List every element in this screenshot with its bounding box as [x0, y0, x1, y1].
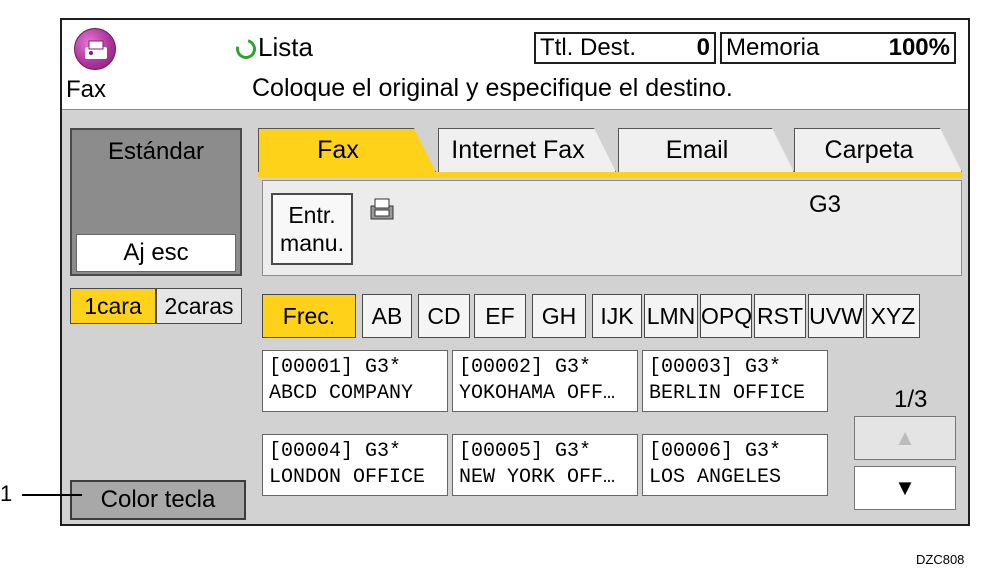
destination-id: [00003] G3* — [649, 356, 782, 379]
index-ijk[interactable]: IJK — [592, 294, 642, 338]
memory-counter: Memoria 100% — [720, 32, 956, 64]
page-indicator: 1/3 — [894, 386, 928, 413]
destination-id: [00005] G3* — [459, 440, 592, 463]
index-gh[interactable]: GH — [532, 294, 586, 338]
line-type-label: G3 — [809, 191, 842, 218]
index-rst[interactable]: RST — [754, 294, 806, 338]
resolution-label: Estándar — [107, 138, 205, 165]
transmission-tabs: Fax Internet Fax Email Carpeta — [258, 124, 962, 178]
index-ef[interactable]: EF — [474, 294, 526, 338]
callout-number: 1 — [0, 481, 13, 506]
figure-code: DZC808 — [916, 552, 965, 567]
destination-button[interactable]: [00005] G3* NEW YORK OFF… — [452, 434, 638, 496]
destination-name: YOKOHAMA OFF… — [459, 382, 616, 405]
total-destinations-value: 0 — [696, 34, 710, 61]
fax-screen: Fax Lista Coloque el original y especifi… — [60, 18, 970, 526]
fax-app-icon[interactable] — [74, 28, 116, 70]
tab-fax[interactable]: Fax — [258, 128, 436, 172]
index-opq[interactable]: OPQ — [700, 294, 752, 338]
index-uvw[interactable]: UVW — [808, 294, 864, 338]
instruction-message: Coloque el original y especifique el des… — [252, 74, 733, 102]
scan-settings-panel[interactable]: Estándar Aj esc — [70, 128, 242, 276]
tab-internet-fax[interactable]: Internet Fax — [438, 128, 616, 172]
memory-value: 100% — [888, 34, 950, 61]
address-index-tabs: Frec. AB CD EF GH IJK LMN OPQ RST UVW XY… — [262, 294, 962, 338]
manual-entry-button[interactable]: Entr. manu. — [271, 193, 353, 265]
destination-name: LONDON OFFICE — [269, 466, 426, 489]
page-down-button[interactable]: ▼ — [854, 466, 956, 510]
fax-machine-icon — [85, 40, 107, 59]
callout-line — [22, 494, 82, 496]
fax-app-label: Fax — [66, 76, 107, 103]
color-key-button[interactable]: Color tecla — [70, 480, 246, 520]
destination-name: ABCD COMPANY — [269, 382, 414, 405]
adjust-scan-button[interactable]: Aj esc — [76, 234, 236, 272]
manual-entry-label-line2: manu. — [280, 230, 344, 256]
destination-name: BERLIN OFFICE — [649, 382, 806, 405]
status-text: Lista — [258, 32, 313, 62]
destination-name: NEW YORK OFF… — [459, 466, 616, 489]
total-destinations-counter: Ttl. Dest. 0 — [534, 32, 716, 64]
destination-name: LOS ANGELES — [649, 466, 782, 489]
tab-email[interactable]: Email — [618, 128, 794, 172]
total-destinations-label: Ttl. Dest. — [540, 34, 637, 61]
fax-machine-icon — [370, 198, 394, 220]
two-sided-button[interactable]: 2caras — [156, 288, 242, 324]
ready-status-icon — [232, 35, 260, 63]
index-cd[interactable]: CD — [418, 294, 470, 338]
page-up-button[interactable]: ▲ — [854, 416, 956, 460]
destination-id: [00006] G3* — [649, 440, 782, 463]
memory-label: Memoria — [726, 34, 820, 61]
header-bar: Fax Lista Coloque el original y especifi… — [62, 20, 968, 110]
index-xyz[interactable]: XYZ — [866, 294, 920, 338]
destination-id: [00002] G3* — [459, 356, 592, 379]
destination-button[interactable]: [00002] G3* YOKOHAMA OFF… — [452, 350, 638, 412]
destination-button[interactable]: [00001] G3* ABCD COMPANY — [262, 350, 448, 412]
destination-id: [00001] G3* — [269, 356, 402, 379]
index-ab[interactable]: AB — [362, 294, 412, 338]
index-frequent[interactable]: Frec. — [262, 294, 356, 338]
destination-button[interactable]: [00003] G3* BERLIN OFFICE — [642, 350, 828, 412]
destination-button[interactable]: [00006] G3* LOS ANGELES — [642, 434, 828, 496]
destination-entry-area: Entr. manu. G3 — [262, 180, 962, 276]
manual-entry-label-line1: Entr. — [288, 202, 336, 228]
one-sided-button[interactable]: 1cara — [70, 288, 156, 324]
destination-button[interactable]: [00004] G3* LONDON OFFICE — [262, 434, 448, 496]
tab-folder[interactable]: Carpeta — [794, 128, 962, 172]
destination-id: [00004] G3* — [269, 440, 402, 463]
index-lmn[interactable]: LMN — [644, 294, 698, 338]
